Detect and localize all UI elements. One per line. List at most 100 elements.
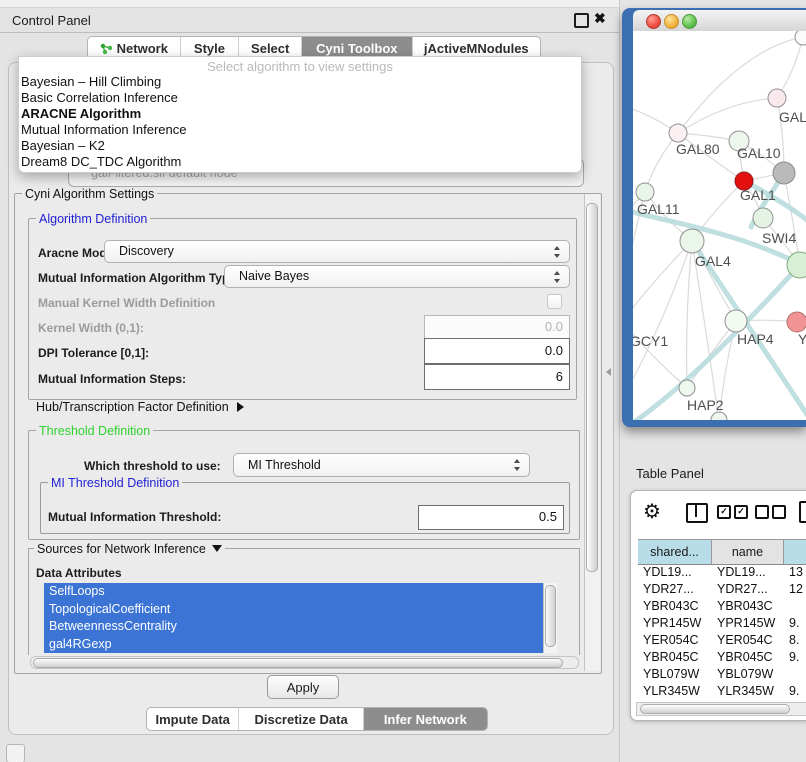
bottom-tabbar: Impute Data Discretize Data Infer Networ… [146, 707, 488, 731]
dropdown-item-selected[interactable]: ARACNE Algorithm [21, 106, 561, 122]
tab-discretize-data[interactable]: Discretize Data [238, 708, 362, 730]
hub-section-label: Hub/Transcription Factor Definition [36, 400, 229, 414]
minimize-traffic-light[interactable] [664, 14, 679, 29]
tab-impute-data[interactable]: Impute Data [147, 708, 238, 730]
mi-type-combo[interactable]: Naive Bayes [224, 265, 570, 288]
sources-group-title[interactable]: Sources for Network Inference [34, 542, 225, 556]
column-header-name[interactable]: name [712, 540, 784, 564]
cell: YBR043C [712, 599, 784, 616]
attribute-item[interactable]: BetweennessCentrality [44, 618, 556, 636]
table-hscrollbar-thumb[interactable] [640, 704, 790, 714]
network-node-gal4[interactable] [680, 229, 704, 253]
dpi-tolerance-label: DPI Tolerance [0,1]: [38, 346, 149, 360]
close-icon[interactable]: ✖ [594, 10, 606, 27]
corner-widget-icon[interactable] [6, 744, 25, 762]
settings-hscrollbar-thumb[interactable] [33, 658, 563, 668]
node-label: GAL10 [737, 145, 781, 161]
hub-section-toggle[interactable]: Hub/Transcription Factor Definition [36, 400, 244, 414]
network-node-gal11[interactable] [636, 183, 654, 201]
network-node[interactable] [787, 312, 806, 332]
data-attributes-list: SelfLoops TopologicalCoefficient Between… [44, 583, 556, 653]
dpi-tolerance-field[interactable]: 0.0 [424, 338, 570, 364]
close-traffic-light[interactable] [646, 14, 661, 29]
cell: 9. [784, 616, 806, 633]
dropdown-item[interactable]: Bayesian – K2 [21, 138, 561, 154]
column-header-partial[interactable] [784, 540, 806, 564]
network-edge [687, 241, 692, 388]
attribute-item[interactable]: gal4RGexp [44, 636, 556, 654]
zoom-traffic-light[interactable] [682, 14, 697, 29]
network-edge [784, 173, 800, 265]
table-row[interactable]: YER054CYER054C8. [638, 633, 806, 650]
cell: YBL079W [638, 667, 712, 684]
network-node[interactable] [711, 412, 727, 420]
dropdown-item[interactable]: Dream8 DC_TDC Algorithm [21, 154, 561, 170]
manual-kernel-label: Manual Kernel Width Definition [38, 296, 215, 310]
checked-checkbox-icon[interactable]: ✓ [717, 505, 731, 519]
cell: YBR045C [638, 650, 712, 667]
settings-scrollbar-thumb[interactable] [586, 203, 598, 572]
table-row[interactable]: YPR145WYPR145W9. [638, 616, 806, 633]
table-row[interactable]: YBR045CYBR045C9. [638, 650, 806, 667]
dropdown-prompt: Select algorithm to view settings [19, 59, 581, 74]
network-node-gal80[interactable] [669, 124, 687, 142]
manual-kernel-checkbox[interactable] [547, 294, 562, 309]
dropdown-item[interactable]: Bayesian – Hill Climbing [21, 74, 561, 90]
mi-type-label: Mutual Information Algorithm Type: [38, 271, 240, 285]
tab-network-label: Network [117, 41, 168, 56]
splitter-collapse-icon[interactable] [606, 368, 611, 376]
network-window-titlebar[interactable] [633, 10, 806, 32]
tab-impute-data-label: Impute Data [156, 712, 230, 727]
cell: YDR27... [638, 582, 712, 599]
attr-list-scrollbar-thumb[interactable] [545, 585, 556, 647]
dropdown-item[interactable]: Mutual Information Inference [21, 122, 561, 138]
cell [784, 667, 806, 684]
dropdown-item[interactable]: Basic Correlation Inference [21, 90, 561, 106]
network-node-hap4[interactable] [725, 310, 747, 332]
float-window-icon[interactable] [574, 13, 589, 28]
split-columns-icon[interactable] [686, 503, 708, 523]
aracne-mode-combo[interactable]: Discovery [104, 240, 570, 263]
tab-infer-network[interactable]: Infer Network [363, 708, 487, 730]
mi-threshold-group-title: MI Threshold Definition [48, 476, 182, 490]
attribute-item[interactable]: SelfLoops [44, 583, 556, 601]
unchecked-checkbox-icon[interactable] [772, 505, 786, 519]
network-node[interactable] [773, 162, 795, 184]
network-node[interactable] [795, 31, 806, 45]
cell: YDL19... [712, 565, 784, 582]
gear-icon[interactable]: ⚙ [643, 499, 661, 524]
table-row[interactable]: YDL19...YDL19...13 [638, 565, 806, 582]
column-header-shared[interactable]: shared... [638, 540, 712, 564]
network-edge [777, 37, 803, 98]
cell: YLR345W [712, 684, 784, 701]
combo-arrows-icon [554, 245, 561, 259]
network-node-swi4[interactable] [753, 208, 773, 228]
network-canvas[interactable]: GAL GAL80 GAL10 GAL1 GAL11 SWI4 GAL4 GCY… [633, 31, 806, 420]
sources-title-text: Sources for Network Inference [37, 542, 206, 556]
attribute-item[interactable]: TopologicalCoefficient [44, 601, 556, 619]
node-label: GAL11 [637, 201, 680, 217]
which-threshold-label: Which threshold to use: [84, 459, 221, 473]
cell: YBR045C [712, 650, 784, 667]
network-edge [633, 322, 687, 388]
kernel-width-field[interactable]: 0.0 [424, 315, 570, 339]
which-threshold-combo[interactable]: MI Threshold [233, 453, 530, 477]
mi-steps-field[interactable]: 6 [424, 364, 570, 390]
table-row[interactable]: YDR27...YDR27...12 [638, 582, 806, 599]
apply-button[interactable]: Apply [267, 675, 339, 699]
table-row[interactable]: YLR345WYLR345W9. [638, 684, 806, 701]
table-row[interactable]: YBL079WYBL079W [638, 667, 806, 684]
mi-steps-value: 6 [556, 369, 563, 384]
node-label: GAL [779, 109, 806, 125]
expand-arrow-icon [237, 402, 244, 412]
checked-checkbox-icon[interactable]: ✓ [734, 505, 748, 519]
network-node-hap2[interactable] [679, 380, 695, 396]
tab-cyni-toolbox-label: Cyni Toolbox [316, 41, 397, 56]
mi-threshold-field[interactable]: 0.5 [418, 505, 564, 530]
document-icon[interactable] [799, 501, 806, 523]
network-edge [678, 98, 777, 133]
unchecked-checkbox-icon[interactable] [755, 505, 769, 519]
cell [784, 599, 806, 616]
table-row[interactable]: YBR043CYBR043C [638, 599, 806, 616]
network-node[interactable] [768, 89, 786, 107]
